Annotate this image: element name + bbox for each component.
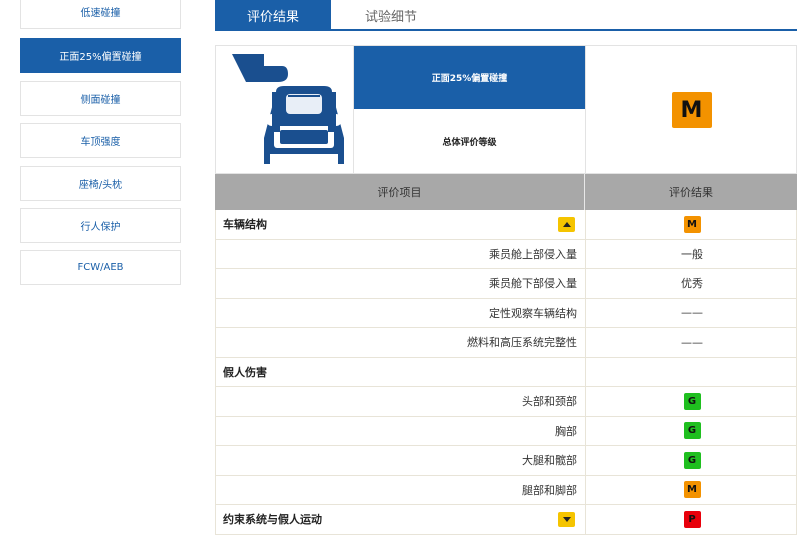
table-section-row: 假人伤害 — [215, 357, 798, 387]
item-label: 腿部和脚部 — [216, 475, 586, 504]
result-cell — [586, 358, 798, 387]
result-text: —— — [681, 335, 703, 349]
rating-badge: G — [683, 451, 701, 469]
sidebar-item-frontal-25-offset[interactable]: 正面25%偏置碰撞 — [20, 38, 181, 73]
overall-rating-badge: M — [671, 92, 712, 128]
table-row: 燃料和高压系统完整性 —— — [215, 328, 797, 358]
result-cell: M — [586, 476, 798, 505]
item-label: 头部和颈部 — [216, 387, 586, 416]
tab-test-details[interactable]: 试验细节 — [331, 0, 451, 31]
overall-rating-label: 总体评价等级 — [442, 138, 497, 148]
sidebar-item-low-speed[interactable]: 低速碰撞 — [20, 0, 181, 29]
table-row: 乘员舱上部侵入量 一般 — [215, 239, 798, 269]
row-label-text: 假人伤害 — [223, 365, 267, 379]
section-label: 车辆结构 — [216, 210, 586, 239]
table-row: 定性观察车辆结构 —— — [215, 298, 798, 328]
row-label-text: 头部和颈部 — [522, 395, 577, 409]
rating-badge: M — [683, 481, 701, 499]
result-cell: M — [586, 210, 798, 239]
column-header-result: 评价结果 — [669, 186, 713, 199]
row-label-text: 约束系统与假人运动 — [223, 513, 322, 527]
row-label-text: 乘员舱下部侵入量 — [489, 277, 577, 291]
expand-toggle-icon[interactable] — [558, 512, 575, 527]
rating-badge: G — [683, 392, 701, 410]
table-row: 头部和颈部 G — [215, 387, 797, 417]
table-row: 乘员舱下部侵入量 优秀 — [215, 269, 797, 299]
collapse-toggle-icon[interactable] — [558, 217, 575, 232]
result-cell: G — [586, 387, 798, 416]
tab-evaluation-results[interactable]: 评价结果 — [215, 0, 331, 31]
table-row: 胸部 G — [215, 416, 798, 446]
result-cell: 一般 — [586, 240, 798, 269]
section-label: 假人伤害 — [216, 357, 586, 386]
rating-badge: M — [683, 215, 701, 233]
result-cell: —— — [586, 299, 798, 328]
result-text: 优秀 — [681, 277, 703, 291]
item-label: 乘员舱下部侵入量 — [216, 269, 586, 298]
triangle-down-icon — [562, 517, 571, 522]
sidebar-item-fcw-aeb[interactable]: FCW/AEB — [20, 250, 181, 285]
rating-badge: P — [683, 510, 701, 528]
row-label-text: 车辆结构 — [223, 218, 267, 232]
section-label: 约束系统与假人运动 — [216, 505, 586, 534]
row-label-text: 乘员舱上部侵入量 — [489, 247, 577, 261]
overall-rating-cell: M — [586, 46, 797, 174]
item-label: 乘员舱上部侵入量 — [216, 239, 586, 268]
row-label-text: 定性观察车辆结构 — [489, 306, 577, 320]
rating-badge: G — [683, 422, 701, 440]
result-cell: 优秀 — [586, 269, 798, 298]
result-cell: —— — [586, 328, 798, 357]
test-name: 正面25%偏置碰撞 — [354, 46, 585, 109]
result-cell: G — [586, 446, 798, 475]
table-row: 大腿和髋部 G — [215, 446, 797, 476]
item-label: 定性观察车辆结构 — [216, 298, 586, 327]
result-text: —— — [681, 306, 703, 320]
sidebar-item-roof-strength[interactable]: 车顶强度 — [20, 123, 181, 158]
car-front-offset-icon — [216, 46, 354, 174]
table-row: 腿部和脚部 M — [215, 475, 798, 505]
result-cell: P — [586, 505, 798, 534]
item-label: 大腿和髋部 — [216, 446, 586, 475]
table-section-row: 约束系统与假人运动 P — [215, 505, 797, 535]
item-label: 燃料和高压系统完整性 — [216, 328, 586, 357]
result-cell: G — [586, 417, 798, 446]
column-header: 评价项目 评价结果 — [215, 174, 797, 210]
row-label-text: 燃料和高压系统完整性 — [467, 336, 577, 350]
sidebar-item-pedestrian[interactable]: 行人保护 — [20, 208, 181, 243]
row-label-text: 腿部和脚部 — [522, 483, 577, 497]
row-label-text: 胸部 — [555, 424, 577, 438]
column-header-item: 评价项目 — [215, 174, 585, 210]
test-title-cell: 正面25%偏置碰撞 总体评价等级 — [354, 46, 586, 174]
sidebar-item-side-impact[interactable]: 侧面碰撞 — [20, 81, 181, 116]
table-section-row: 车辆结构 M — [215, 210, 797, 240]
tab-bar: 评价结果 试验细节 — [215, 0, 797, 31]
summary-block: 正面25%偏置碰撞 总体评价等级 M — [215, 45, 797, 174]
row-label-text: 大腿和髋部 — [522, 454, 577, 468]
item-label: 胸部 — [216, 416, 586, 445]
sidebar-item-seat-headrest[interactable]: 座椅/头枕 — [20, 166, 181, 201]
result-text: 一般 — [681, 247, 703, 261]
triangle-up-icon — [562, 222, 571, 227]
